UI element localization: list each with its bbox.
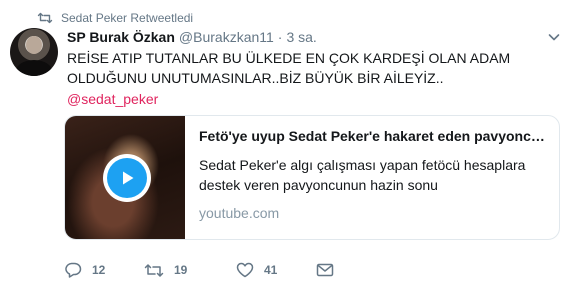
retweet-icon [37, 12, 53, 24]
video-thumbnail[interactable] [65, 116, 185, 239]
play-button[interactable] [103, 154, 151, 202]
chevron-down-icon[interactable] [547, 30, 561, 44]
separator-dot: · [277, 29, 283, 45]
author-handle[interactable]: @Burakzkan11 [179, 28, 274, 46]
retweet-count: 19 [174, 263, 188, 277]
link-card[interactable]: Fetö'ye uyup Sedat Peker'e hakaret eden … [64, 115, 560, 240]
like-button[interactable]: 41 [236, 262, 316, 278]
play-icon [123, 171, 134, 185]
tweet-text-line: OLDUĞUNU UNUTUMASINLAR..BİZ BÜYÜK BİR Aİ… [67, 70, 444, 86]
direct-message-button[interactable] [316, 263, 334, 277]
heart-icon [236, 262, 254, 278]
author-name[interactable]: SP Burak Özkan [67, 28, 175, 46]
retweet-context: Sedat Peker Retweetledi [37, 10, 193, 26]
retweet-icon [144, 263, 164, 277]
mention-link[interactable]: @sedat_peker [67, 89, 158, 109]
tweet-actions: 12 19 41 [64, 261, 334, 279]
reply-button[interactable]: 12 [64, 262, 144, 278]
tweet[interactable]: Sedat Peker Retweetledi SP Burak Özkan @… [0, 0, 571, 285]
card-description: Sedat Peker'e algı çalışması yapan fetöc… [199, 157, 526, 193]
reply-count: 12 [92, 263, 106, 277]
avatar[interactable] [10, 28, 58, 76]
tweet-text-line: REİSE ATIP TUTANLAR BU ÜLKEDE EN ÇOK KAR… [67, 50, 511, 66]
envelope-icon [316, 263, 334, 277]
reply-icon [65, 262, 82, 278]
tweet-header: SP Burak Özkan @Burakzkan11 · 3 sa. [67, 28, 317, 46]
tweet-timestamp[interactable]: 3 sa. [286, 28, 316, 46]
card-title[interactable]: Fetö'ye uyup Sedat Peker'e hakaret eden … [199, 127, 547, 145]
like-count: 41 [264, 263, 278, 277]
retweet-context-label[interactable]: Sedat Peker Retweetledi [61, 11, 193, 25]
retweet-button[interactable]: 19 [144, 263, 236, 278]
card-domain: youtube.com [199, 205, 280, 221]
card-body: Fetö'ye uyup Sedat Peker'e hakaret eden … [185, 116, 559, 239]
tweet-text: REİSE ATIP TUTANLAR BU ÜLKEDE EN ÇOK KAR… [67, 48, 537, 88]
